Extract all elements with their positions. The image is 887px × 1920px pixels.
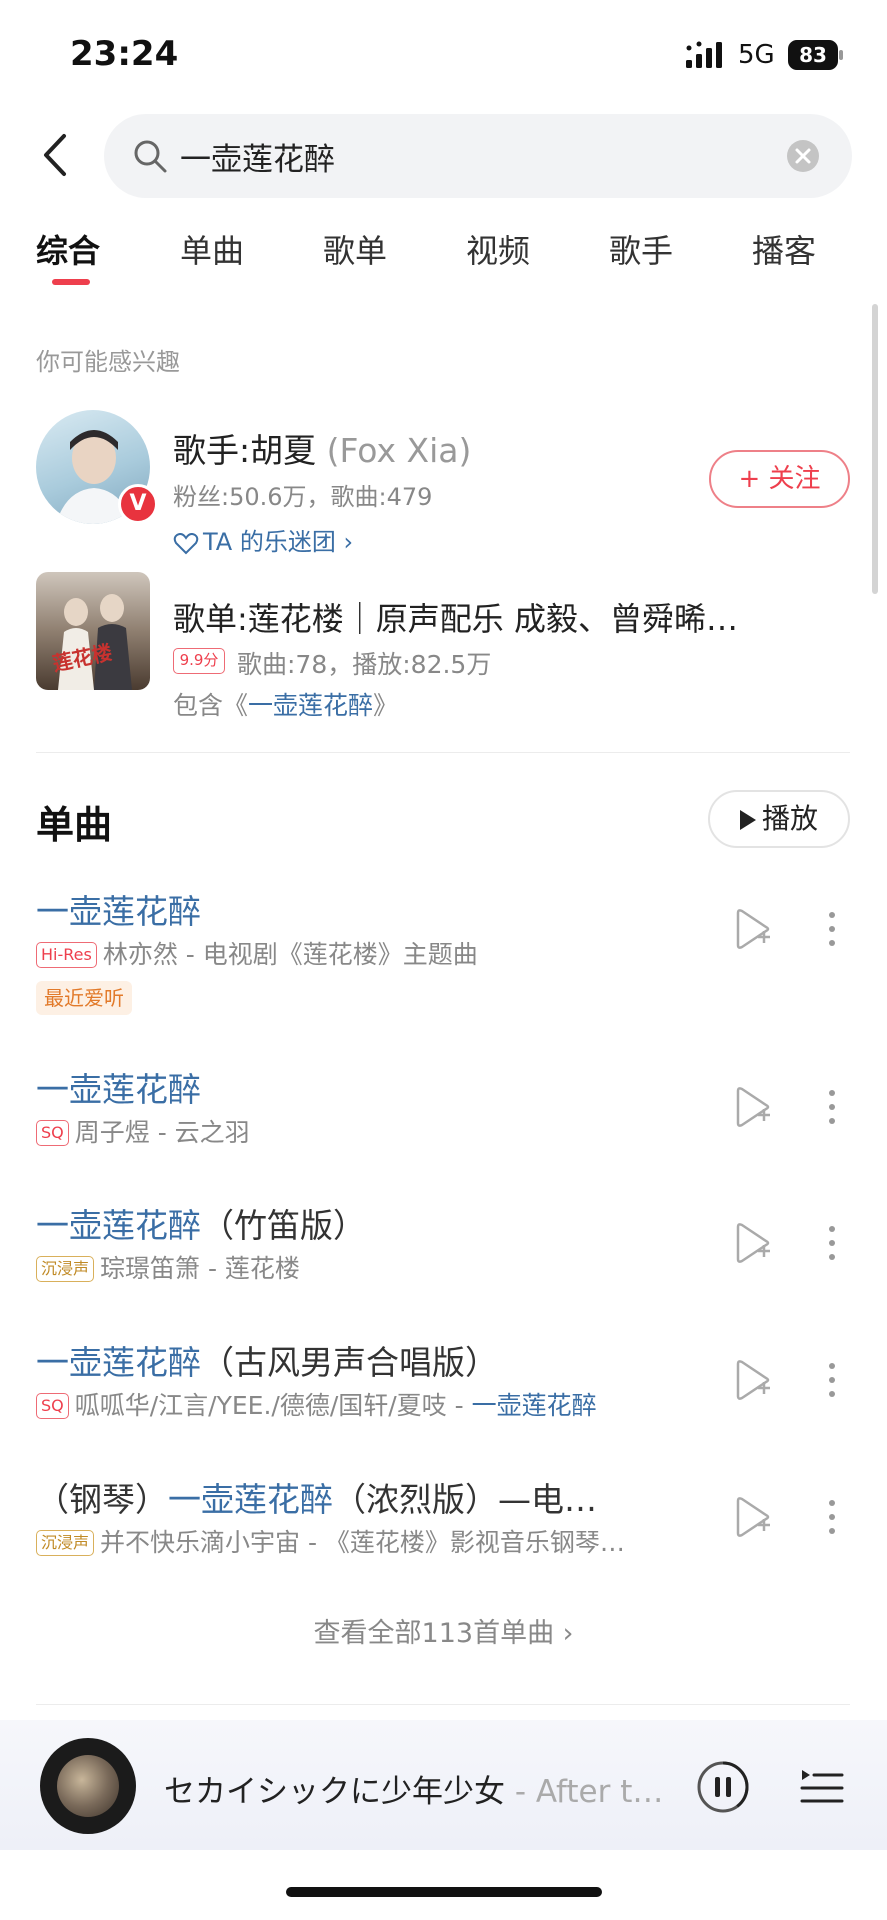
- song-title-version: （浓烈版）—电…: [333, 1480, 597, 1519]
- tab-comprehensive[interactable]: 综合: [36, 226, 100, 272]
- quality-badge: 沉浸声: [36, 1530, 95, 1556]
- play-icon: [739, 810, 756, 830]
- song-title-main: 一壶莲花醉: [36, 1206, 201, 1245]
- back-arrow-icon[interactable]: [36, 130, 76, 180]
- quality-badge: 沉浸声: [36, 1256, 95, 1282]
- more-options-icon[interactable]: [820, 1221, 844, 1265]
- song-subtitle: Hi-Res 林亦然 - 电视剧《莲花楼》主题曲: [36, 935, 478, 971]
- playlist-meta: 歌曲:78，播放:82.5万: [237, 650, 492, 679]
- search-input[interactable]: [180, 132, 740, 180]
- song-artist-album: 琮璟笛箫 - 莲花楼: [100, 1254, 300, 1283]
- song-subtitle: SQ 呱呱华/江言/YEE./德德/国轩/夏吱 - 一壶莲花醉: [36, 1386, 597, 1422]
- clear-search-icon[interactable]: [786, 139, 820, 173]
- song-title: （钢琴）一壶莲花醉（浓烈版）—电…: [36, 1473, 597, 1521]
- song-title-version: （竹笛版）: [201, 1206, 366, 1245]
- playlist-name[interactable]: 歌单:莲花楼｜原声配乐 成毅、曾舜晞…: [173, 594, 833, 640]
- active-tab-indicator: [52, 279, 90, 285]
- contains-prefix: 包含《: [173, 691, 249, 720]
- playlist-cover[interactable]: 莲花楼: [36, 572, 150, 690]
- add-to-playlist-icon[interactable]: [730, 1221, 774, 1265]
- now-playing-title: セカイシックに少年少女: [164, 1774, 505, 1810]
- play-all-button[interactable]: 播放: [708, 790, 850, 848]
- playlist-contains: 包含《一壶莲花醉》: [173, 686, 398, 722]
- tab-podcasts[interactable]: 播客: [752, 226, 816, 272]
- pause-icon[interactable]: [696, 1760, 750, 1814]
- song-artist-album: 呱呱华/江言/YEE./德德/国轩/夏吱 -: [74, 1391, 472, 1420]
- playlist-queue-icon[interactable]: [800, 1766, 844, 1808]
- quality-badge: SQ: [36, 1120, 69, 1146]
- add-to-playlist-icon[interactable]: [730, 907, 774, 951]
- tab-playlists[interactable]: 歌单: [323, 226, 387, 272]
- song-subtitle: SQ 周子煜 - 云之羽: [36, 1113, 250, 1149]
- artist-name-en: (Fox Xia): [326, 431, 472, 470]
- scrollbar[interactable]: [872, 304, 878, 594]
- now-playing-artist: - After t…: [505, 1774, 664, 1810]
- quality-badge: Hi-Res: [36, 942, 97, 968]
- album-art: [57, 1755, 119, 1817]
- song-title: 一壶莲花醉（竹笛版）: [36, 1199, 366, 1247]
- song-title: 一壶莲花醉: [36, 1070, 201, 1109]
- tab-videos[interactable]: 视频: [466, 226, 530, 272]
- mini-player[interactable]: セカイシックに少年少女 - After t…: [0, 1720, 887, 1850]
- song-artist-album: 林亦然 - 电视剧《莲花楼》主题曲: [102, 940, 478, 969]
- battery-level: 83: [799, 43, 827, 67]
- network-type: 5G: [738, 40, 775, 70]
- song-title: 一壶莲花醉（古风男声合唱版）: [36, 1336, 498, 1384]
- fan-club-link[interactable]: TA 的乐迷团 ›: [173, 522, 353, 557]
- view-all-songs-link[interactable]: 查看全部113首单曲 ›: [0, 1611, 887, 1650]
- status-time: 23:24: [70, 34, 179, 74]
- quality-badge: SQ: [36, 1393, 69, 1419]
- search-bar[interactable]: [104, 114, 852, 198]
- section-divider: [36, 1704, 850, 1705]
- fan-club-label: TA 的乐迷团 ›: [203, 528, 354, 556]
- album-disc[interactable]: [40, 1738, 136, 1834]
- result-tabs: 综合 单曲 歌单 视频 歌手 播客: [0, 226, 887, 286]
- more-options-icon[interactable]: [820, 1358, 844, 1402]
- follow-button[interactable]: + 关注: [709, 450, 850, 508]
- contains-title: 一壶莲花醉: [248, 691, 374, 720]
- heart-icon: [173, 533, 199, 555]
- song-album-highlight: 一壶莲花醉: [471, 1391, 597, 1420]
- add-to-playlist-icon[interactable]: [730, 1358, 774, 1402]
- song-artist-album: 周子煜 - 云之羽: [74, 1118, 250, 1147]
- songs-section-title: 单曲: [36, 803, 113, 847]
- tab-songs[interactable]: 单曲: [180, 226, 244, 272]
- verified-badge: V: [118, 484, 158, 524]
- cellular-signal-icon: [686, 41, 722, 68]
- artist-meta: 粉丝:50.6万，歌曲:479: [173, 483, 433, 511]
- more-options-icon[interactable]: [820, 1085, 844, 1129]
- song-title: 一壶莲花醉: [36, 892, 201, 931]
- more-options-icon[interactable]: [820, 907, 844, 951]
- contains-suffix: 》: [373, 691, 399, 720]
- interest-hint: 你可能感兴趣: [36, 348, 180, 376]
- search-icon: [134, 140, 167, 173]
- play-all-label: 播放: [761, 802, 818, 835]
- recent-tag: 最近爱听: [36, 981, 132, 1015]
- more-options-icon[interactable]: [820, 1495, 844, 1539]
- song-title-main: 一壶莲花醉: [168, 1480, 333, 1519]
- section-divider: [36, 752, 850, 753]
- score-badge: 9.9分: [173, 648, 225, 674]
- add-to-playlist-icon[interactable]: [730, 1495, 774, 1539]
- artist-name[interactable]: 歌手:胡夏 (Fox Xia): [173, 424, 471, 472]
- song-title-main: 一壶莲花醉: [36, 1343, 201, 1382]
- home-indicator[interactable]: [286, 1887, 602, 1897]
- song-subtitle: 沉浸声 并不快乐滴小宇宙 - 《莲花楼》影视音乐钢琴…: [36, 1523, 625, 1559]
- song-subtitle: 沉浸声 琮璟笛箫 - 莲花楼: [36, 1249, 300, 1285]
- song-artist-album: 并不快乐滴小宇宙 - 《莲花楼》影视音乐钢琴…: [100, 1528, 625, 1557]
- now-playing[interactable]: セカイシックに少年少女 - After t…: [164, 1766, 672, 1811]
- status-bar: 23:24 5G 83: [0, 0, 887, 110]
- artist-name-cn: 歌手:胡夏: [173, 431, 317, 470]
- song-title-version: （古风男声合唱版）: [201, 1343, 498, 1382]
- tab-artists[interactable]: 歌手: [609, 226, 673, 272]
- song-title-prefix: （钢琴）: [36, 1480, 168, 1519]
- battery-icon: 83: [788, 40, 843, 70]
- add-to-playlist-icon[interactable]: [730, 1085, 774, 1129]
